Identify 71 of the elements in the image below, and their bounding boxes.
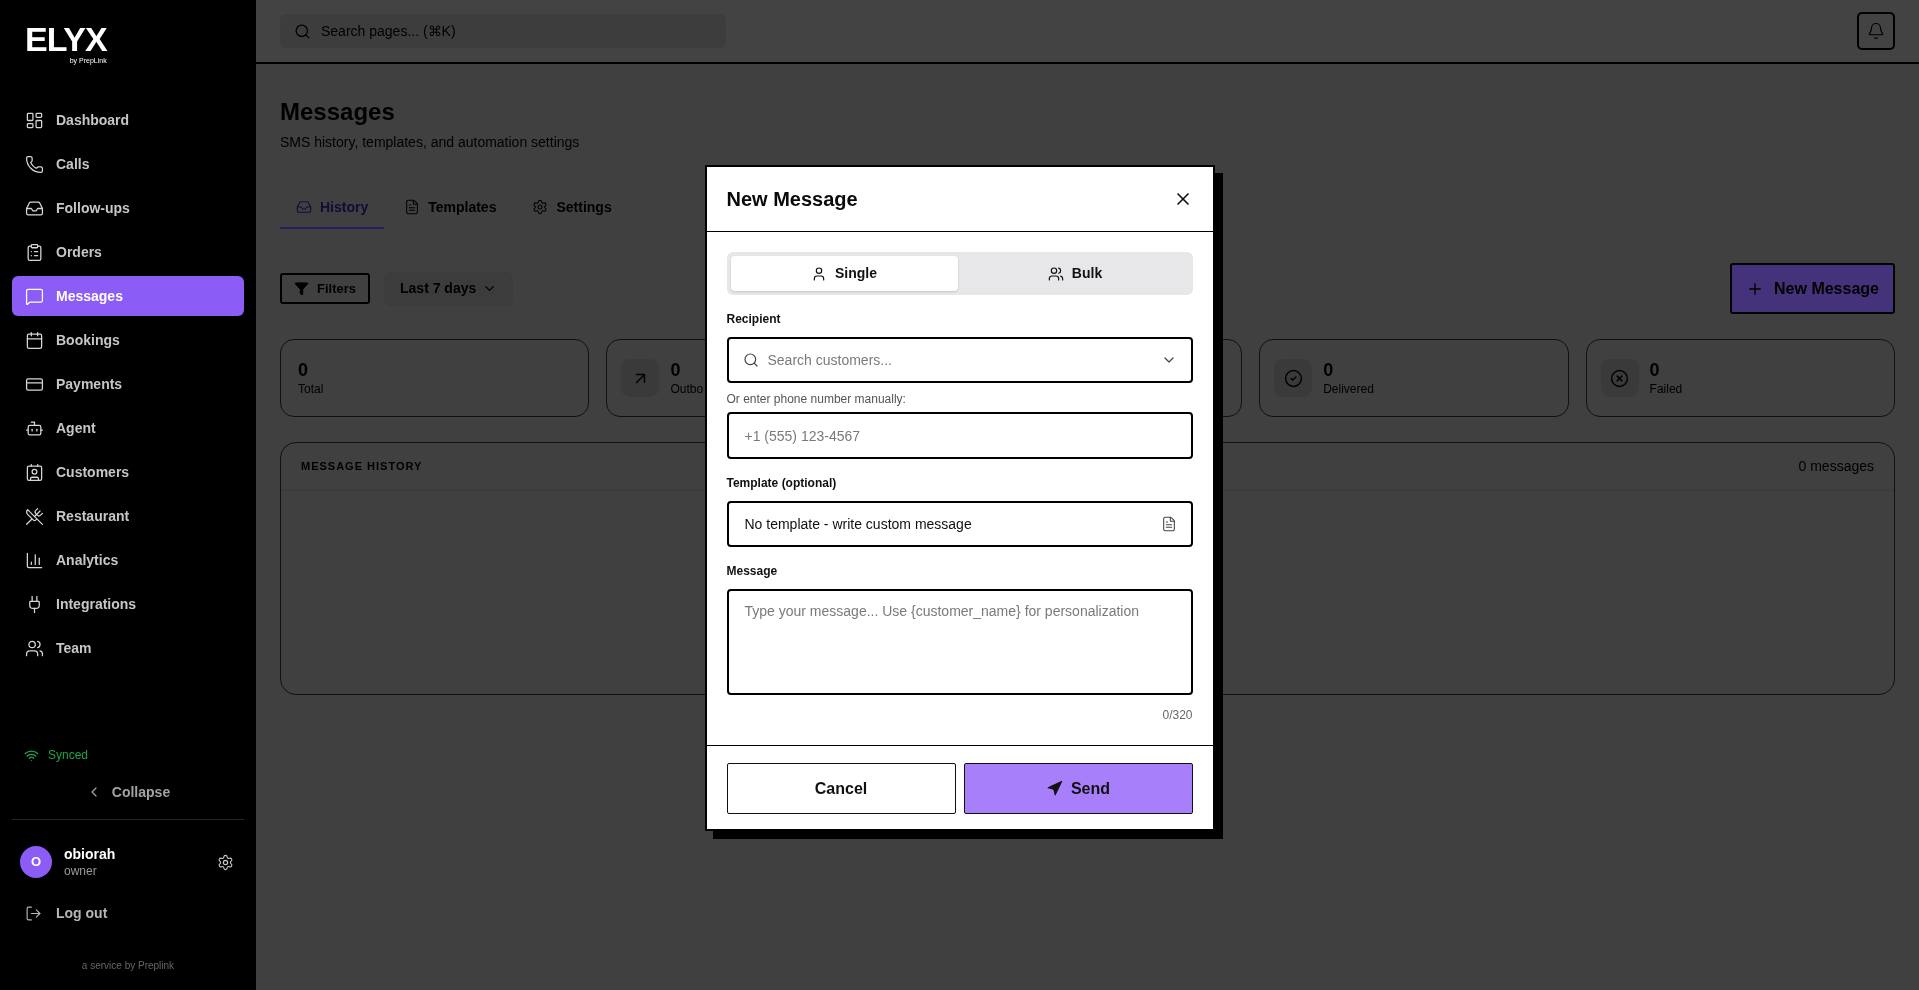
bar-chart-icon	[25, 550, 44, 570]
calendar-icon	[25, 330, 44, 350]
funnel-icon	[294, 281, 309, 296]
nav-item[interactable]: Payments	[12, 364, 244, 404]
stat-value: 0	[670, 359, 682, 381]
user-role: owner	[64, 863, 98, 879]
search-icon	[294, 22, 311, 40]
stat-label: Delivered	[1323, 381, 1374, 397]
dialog-title: New Message	[726, 187, 858, 212]
nav-item[interactable]: Analytics	[12, 540, 244, 580]
page-subtitle: SMS history, templates, and automation settings	[280, 133, 581, 152]
bell-icon	[1867, 22, 1885, 40]
char-counter: 0/320	[1162, 707, 1193, 723]
document-icon	[1160, 516, 1177, 532]
template-select[interactable]: No template - write custom message	[726, 501, 1193, 547]
stat-label: Failed	[1649, 381, 1683, 397]
collapse-button[interactable]: Collapse	[0, 774, 256, 810]
inbox-tray-icon	[296, 199, 312, 215]
phone-input[interactable]: +1 (555) 123-4567	[726, 412, 1193, 459]
stat-label: Outbo	[670, 381, 704, 397]
settings-icon[interactable]	[217, 853, 234, 871]
phone-icon	[25, 154, 44, 174]
cancel-button[interactable]: Cancel	[726, 763, 956, 814]
send-button[interactable]: Send	[963, 763, 1193, 814]
user-name: obiorah	[64, 845, 116, 863]
document-icon	[404, 199, 421, 215]
logout-icon	[25, 904, 42, 922]
settings-icon	[532, 199, 549, 215]
message-field[interactable]: Type your message... Use {customer_name} for personalization	[726, 589, 1193, 695]
arrow-up-right-icon	[621, 359, 660, 397]
logo-wordmark: ELYX	[25, 24, 107, 54]
nav-item[interactable]: Messages	[12, 276, 244, 316]
field-label: Recipient	[726, 311, 782, 327]
nav-item[interactable]: Team	[12, 628, 244, 668]
stat-label: Total	[298, 381, 324, 397]
mode-option[interactable]: Bulk	[961, 256, 1189, 291]
nav-item[interactable]: Restaurant	[12, 496, 244, 536]
stat-value: 0	[1649, 359, 1661, 381]
customer-search-field[interactable]: Search customers...	[726, 337, 1193, 383]
nav-item[interactable]: Orders	[12, 232, 244, 272]
sync-status: Synced	[48, 747, 89, 764]
message-count: 0 messages	[1798, 457, 1874, 476]
users-icon	[25, 638, 44, 658]
nav-item[interactable]: Dashboard	[12, 100, 244, 140]
nav-item[interactable]: Calls	[12, 144, 244, 184]
users-icon	[1047, 265, 1064, 282]
search-icon	[742, 352, 759, 368]
stat-value: 0	[298, 359, 309, 381]
logout-button[interactable]: Log out	[0, 895, 256, 931]
mode-option[interactable]: Single	[730, 256, 958, 291]
avatar: O	[20, 846, 52, 878]
nav-item[interactable]: Integrations	[12, 584, 244, 624]
field-hint: Or enter phone number manually:	[726, 391, 907, 407]
wifi-icon	[24, 747, 39, 763]
nav-item[interactable]: Agent	[12, 408, 244, 448]
stat-value: 0	[1323, 359, 1335, 381]
page-title: Messages	[280, 97, 396, 127]
nav-item[interactable]: Bookings	[12, 320, 244, 360]
nav-item[interactable]: Customers	[12, 452, 244, 492]
fork-knife-icon	[25, 506, 44, 526]
contact-card-icon	[25, 462, 44, 482]
send-arrow-icon	[1045, 780, 1063, 797]
chat-bubble-icon	[25, 286, 44, 306]
panel-title: MESSAGE HISTORY	[301, 459, 423, 475]
user-icon	[811, 265, 827, 282]
clipboard-list-icon	[25, 242, 44, 262]
layout-grid-icon	[25, 110, 44, 130]
footer-note: a service by Preplink	[81, 959, 175, 973]
field-label: Message	[726, 563, 779, 579]
nav-item[interactable]: Follow-ups	[12, 188, 244, 228]
field-label: Template (optional)	[726, 475, 838, 491]
